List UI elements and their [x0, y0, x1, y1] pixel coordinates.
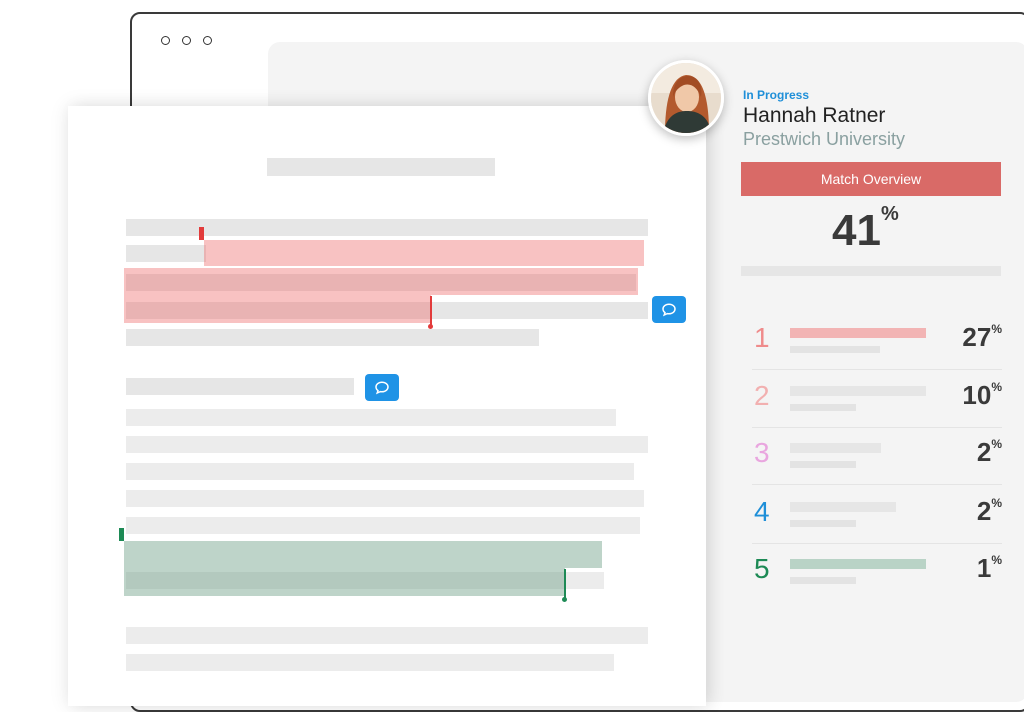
source-percent: 2% [977, 496, 1002, 527]
subheading-placeholder [126, 378, 354, 395]
highlight-start-marker [199, 227, 204, 240]
source-divider [752, 484, 1002, 485]
comment-button[interactable] [365, 374, 399, 401]
source-percent: 2% [977, 437, 1002, 468]
match-highlight-green[interactable] [124, 541, 602, 568]
student-name: Hannah Ratner [743, 104, 886, 127]
source-percent-value: 10 [962, 380, 992, 410]
source-percent-unit: % [991, 437, 1002, 451]
source-rank: 1 [754, 322, 770, 353]
source-match-bar [790, 502, 896, 512]
window-dot-icon[interactable] [203, 36, 212, 45]
source-rank: 3 [754, 437, 770, 468]
match-highlight-red[interactable] [124, 268, 638, 295]
window-dot-icon[interactable] [161, 36, 170, 45]
source-row[interactable]: 5 1% [752, 543, 1002, 601]
source-percent: 10% [962, 380, 1002, 411]
source-subtitle-placeholder [790, 520, 856, 527]
overall-match-percent: 41% [832, 203, 899, 256]
source-match-bar [790, 559, 926, 569]
overall-match-value: 41 [832, 206, 881, 255]
document-title-placeholder [267, 158, 495, 176]
document-page [68, 106, 706, 706]
source-percent-unit: % [991, 496, 1002, 510]
student-school: Prestwich University [743, 129, 906, 149]
source-rank: 5 [754, 553, 770, 584]
source-percent-unit: % [991, 380, 1002, 394]
text-line [126, 490, 644, 507]
text-line [126, 409, 616, 426]
comment-icon [662, 302, 676, 316]
source-percent-unit: % [991, 553, 1002, 567]
text-line [126, 219, 648, 236]
source-percent-value: 1 [976, 553, 992, 583]
source-percent-value: 27 [962, 322, 992, 352]
text-line [126, 517, 640, 534]
text-line [126, 245, 206, 262]
highlight-start-marker [119, 528, 124, 541]
text-line [126, 627, 648, 644]
highlight-end-dot [428, 324, 433, 329]
source-subtitle-placeholder [790, 346, 880, 353]
comment-button[interactable] [652, 296, 686, 323]
source-rank: 2 [754, 380, 770, 411]
source-percent-value: 2 [976, 437, 992, 467]
match-overview-button[interactable]: Match Overview [741, 162, 1001, 196]
text-line [126, 329, 539, 346]
match-highlight-red[interactable] [204, 240, 644, 266]
source-percent: 27% [962, 322, 1002, 353]
text-line [126, 463, 634, 480]
avatar[interactable] [648, 60, 724, 136]
highlight-end-marker [564, 569, 566, 599]
overall-match-unit: % [880, 203, 899, 225]
match-highlight-green[interactable] [124, 568, 565, 596]
source-row[interactable]: 4 2% [752, 486, 1002, 544]
text-line [126, 436, 648, 453]
source-subtitle-placeholder [790, 577, 856, 584]
match-highlight-red[interactable] [124, 295, 431, 323]
highlight-end-marker [430, 296, 432, 326]
status-label: In Progress [743, 88, 810, 102]
source-row[interactable]: 3 2% [752, 427, 1002, 485]
source-percent-value: 2 [976, 496, 992, 526]
overall-divider-bar [741, 266, 1001, 276]
highlight-end-dot [562, 597, 567, 602]
window-dot-icon[interactable] [182, 36, 191, 45]
source-subtitle-placeholder [790, 461, 856, 468]
comment-icon [375, 380, 389, 394]
source-match-bar [790, 443, 881, 453]
source-row[interactable]: 2 10% [752, 370, 1002, 428]
text-line [126, 654, 614, 671]
source-percent: 1% [977, 553, 1002, 584]
source-rank: 4 [754, 496, 770, 527]
source-percent-unit: % [991, 322, 1002, 336]
source-match-bar [790, 386, 926, 396]
source-row[interactable]: 1 27% [752, 312, 1002, 370]
source-subtitle-placeholder [790, 404, 856, 411]
source-match-bar [790, 328, 926, 338]
